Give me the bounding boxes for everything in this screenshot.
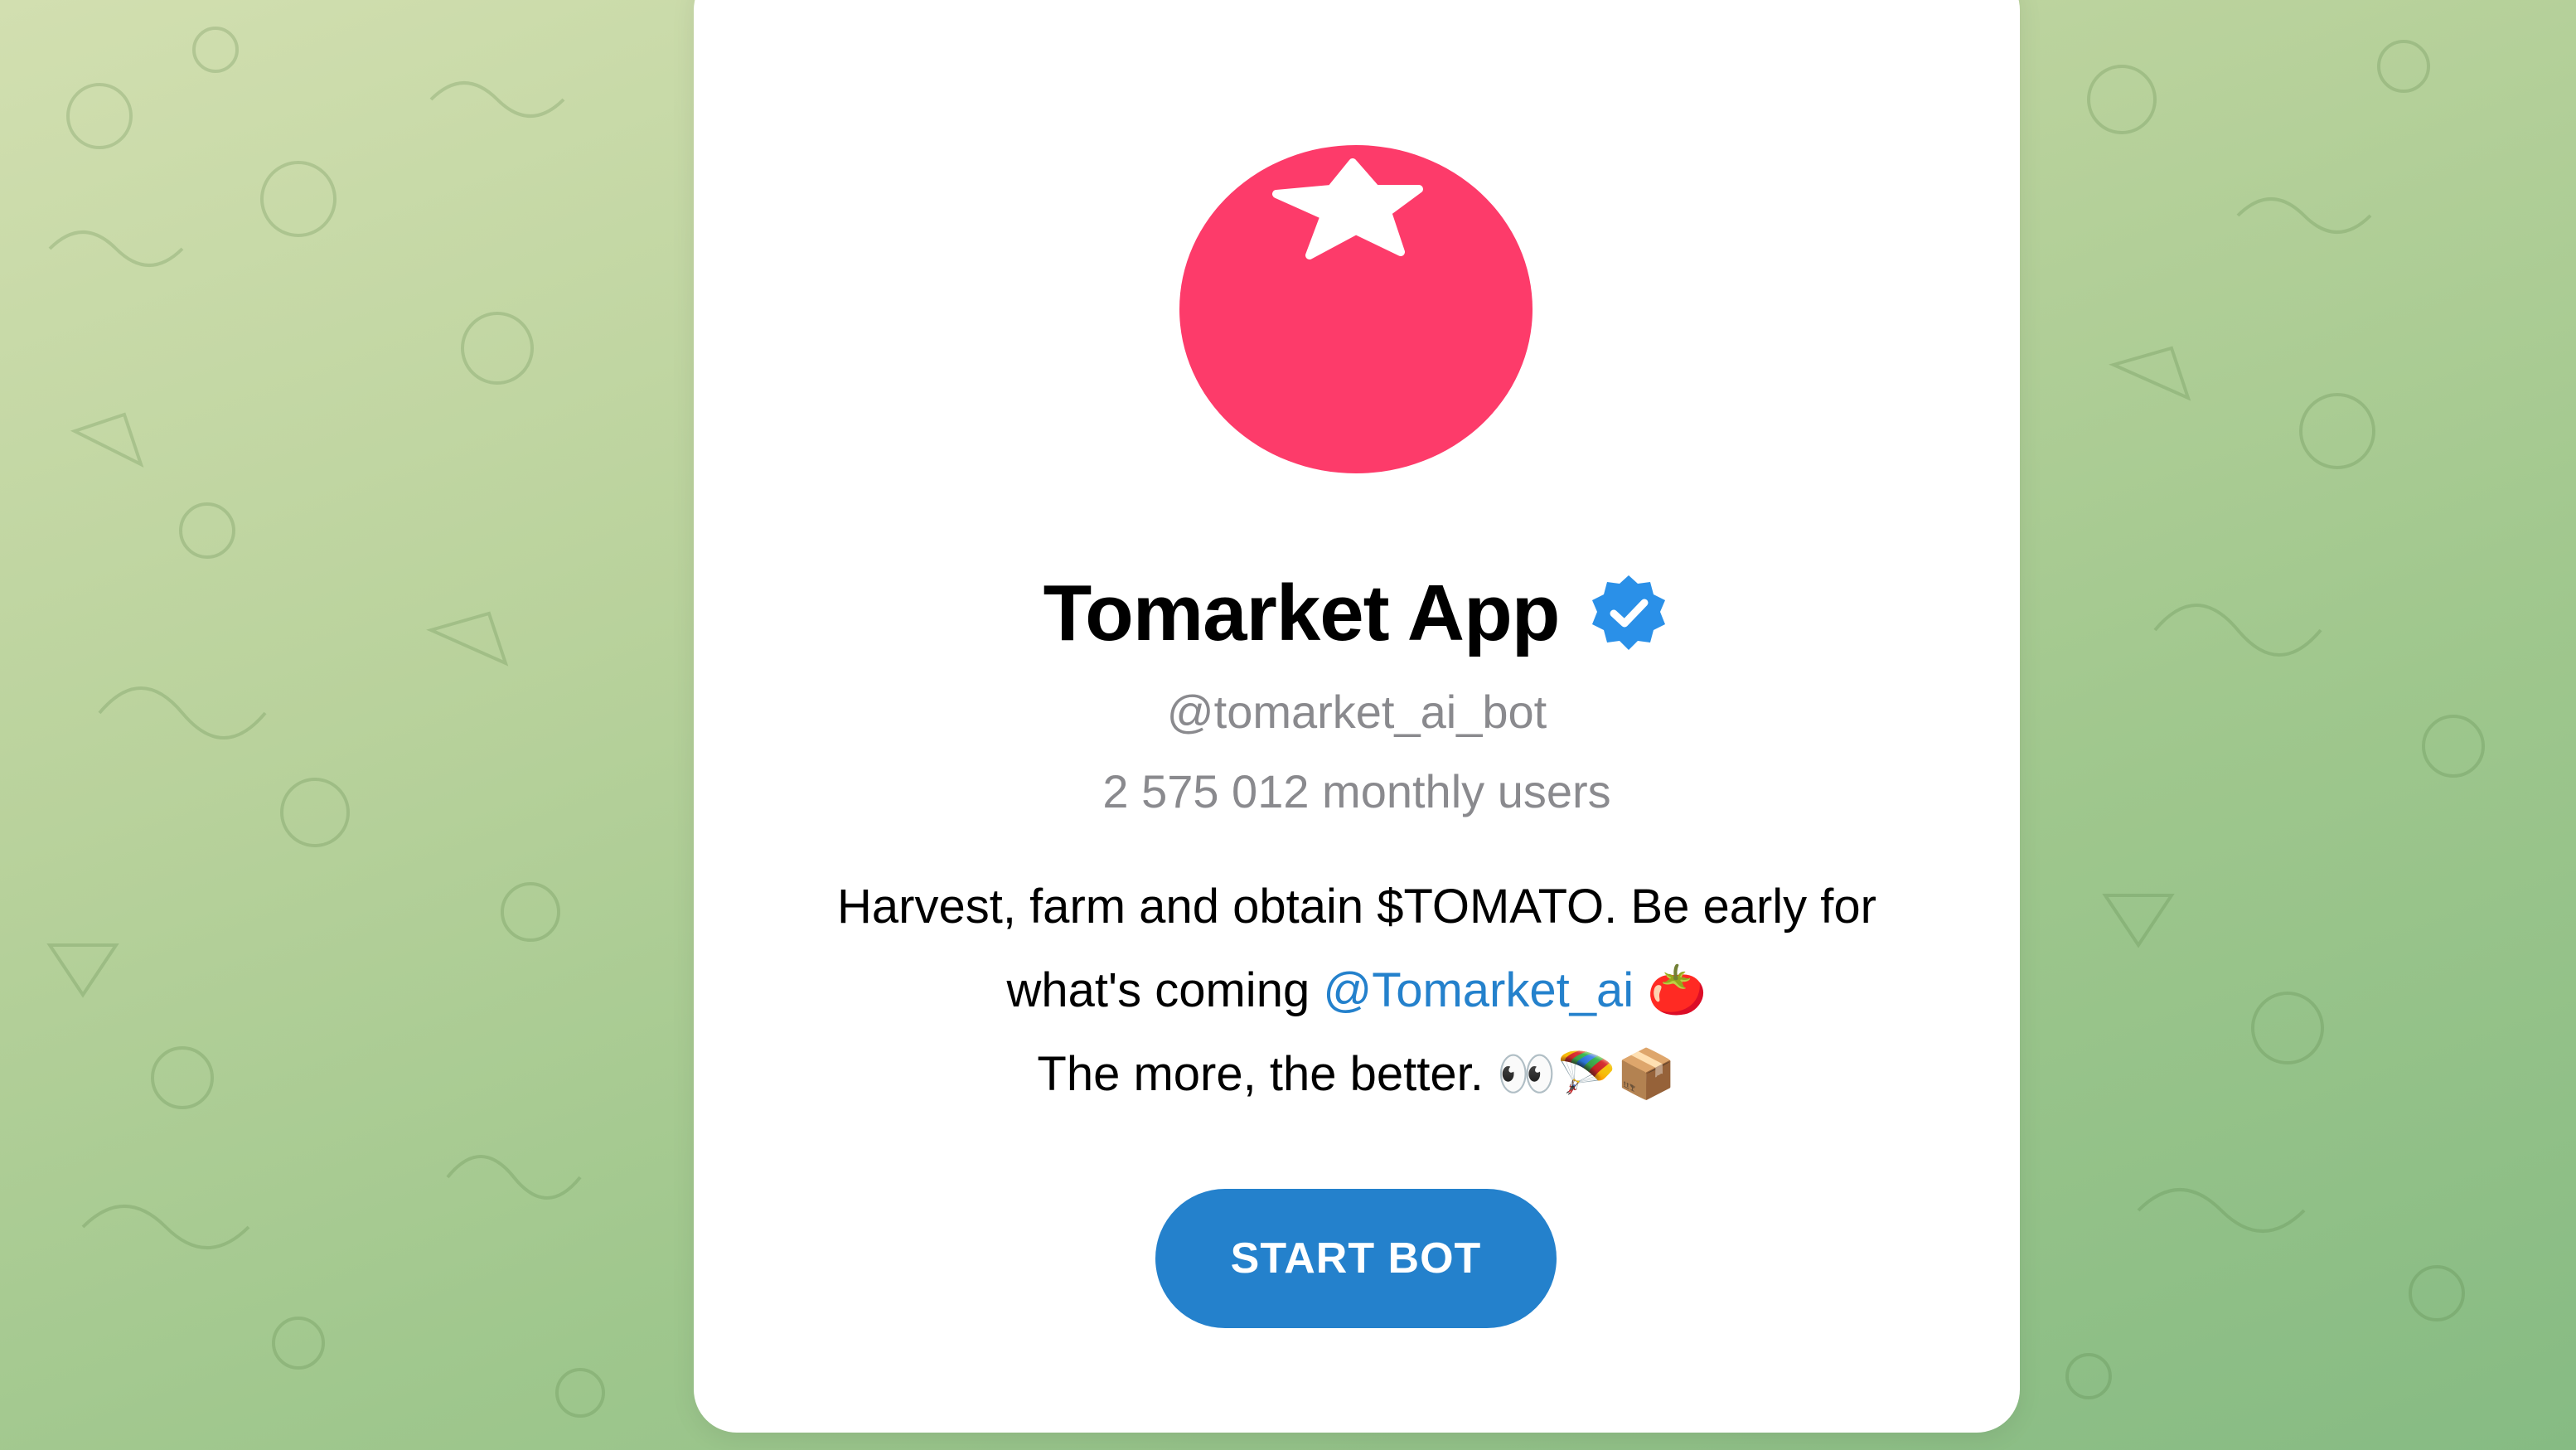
verified-badge-icon	[1592, 575, 1666, 650]
description-text: The more, the better.	[1037, 1047, 1497, 1101]
eyes-parachute-box-emoji: 👀🪂📦	[1496, 1045, 1677, 1102]
description-line-2: what's coming @Tomarket_ai 🍅	[694, 948, 2020, 1032]
description-line-1: Harvest, farm and obtain $TOMATO. Be ear…	[837, 880, 1876, 934]
bot-username: @tomarket_ai_bot	[1166, 686, 1547, 738]
monthly-users-count: 2 575 012 monthly users	[1102, 765, 1611, 817]
description-line-3: The more, the better. 👀🪂📦	[694, 1032, 2020, 1116]
tomato-logo-avatar	[1179, 145, 1533, 473]
description-text: what's coming	[1006, 963, 1324, 1017]
bot-title: Tomarket App	[1043, 569, 1561, 657]
bot-description: Harvest, farm and obtain $TOMATO. Be ear…	[694, 866, 2020, 1116]
tomato-emoji: 🍅	[1647, 962, 1707, 1018]
bot-title-row: Tomarket App	[694, 564, 2020, 663]
start-bot-button[interactable]: START BOT	[1155, 1189, 1557, 1328]
channel-link[interactable]: @Tomarket_ai	[1323, 963, 1634, 1017]
